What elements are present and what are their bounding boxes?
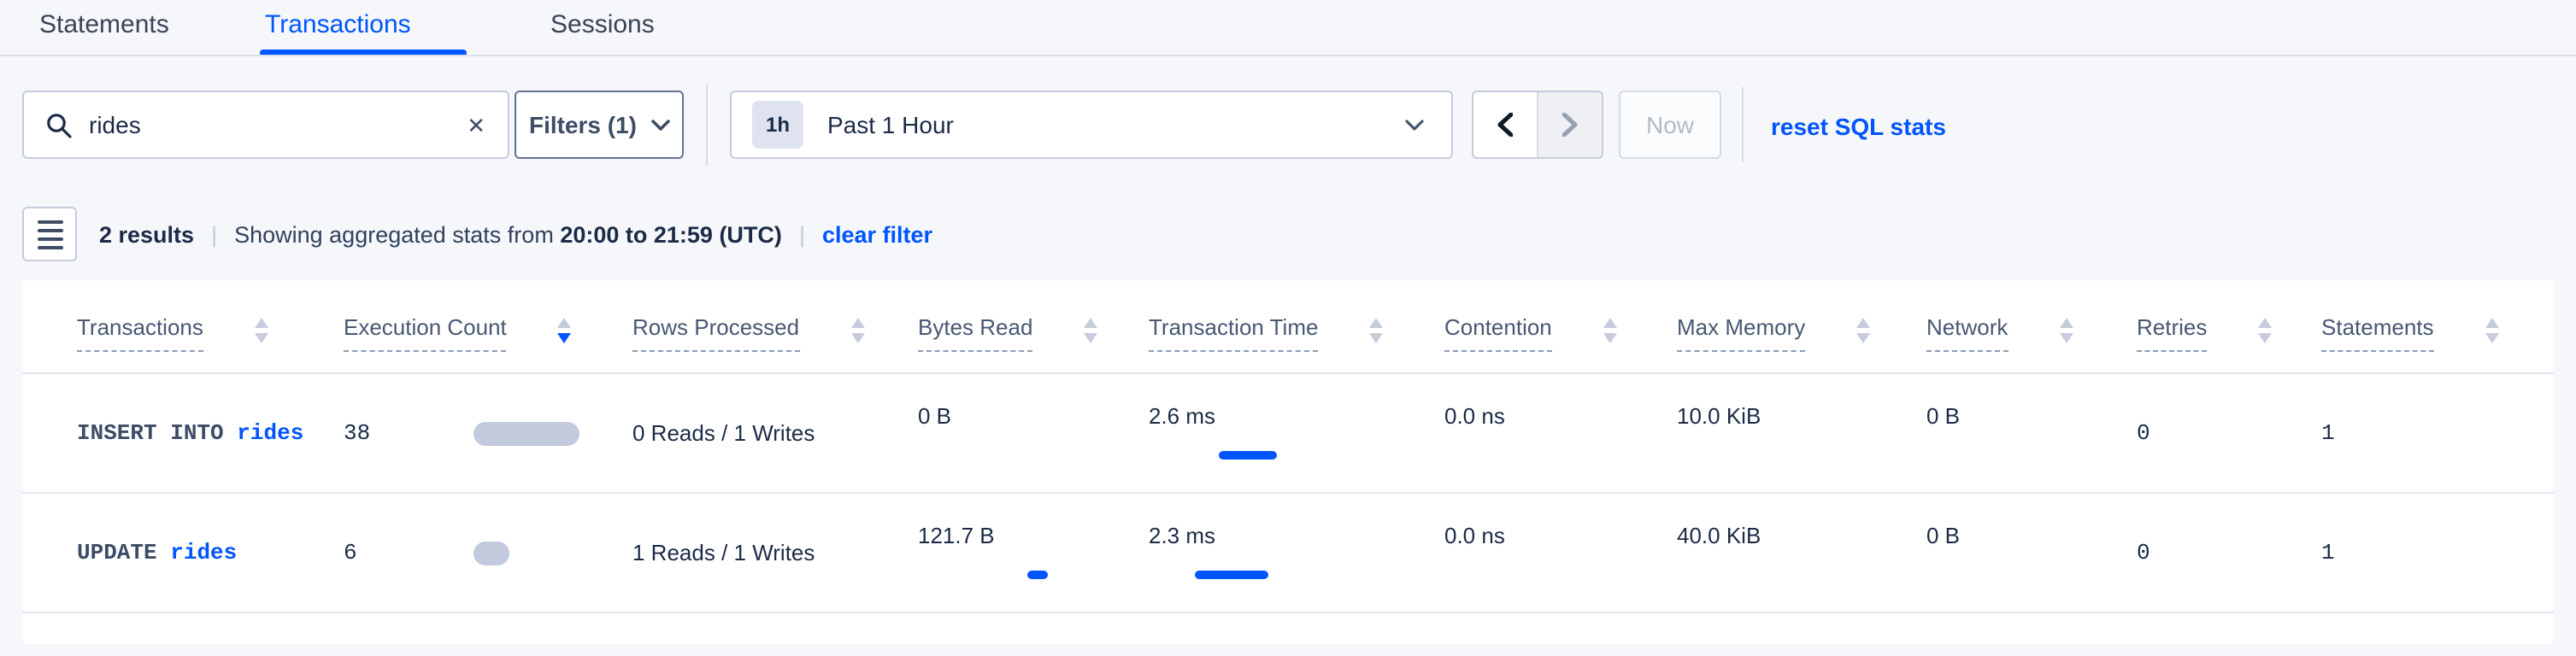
toolbar-divider (706, 84, 708, 166)
stddev-bar (1027, 571, 1048, 579)
time-range-badge: 1h (752, 101, 803, 149)
tab-transactions[interactable]: Transactions (265, 10, 411, 39)
search-box[interactable]: ✕ (22, 91, 509, 159)
max-memory-cell: 40.0 KiB (1677, 494, 1926, 612)
separator: | (211, 222, 217, 248)
rows-processed-cell: 0 Reads / 1 Writes (632, 374, 918, 492)
chevron-down-icon (1405, 119, 1424, 131)
time-range-picker[interactable]: 1h Past 1 Hour (730, 91, 1453, 159)
sort-arrows-icon (2258, 317, 2272, 343)
column-header-retries[interactable]: Retries (2137, 314, 2321, 372)
list-icon (37, 220, 62, 249)
now-button[interactable]: Now (1619, 91, 1721, 159)
search-input[interactable] (89, 111, 444, 138)
showing-stats-text: Showing aggregated stats from (234, 222, 554, 248)
column-header-transaction-time[interactable]: Transaction Time (1149, 314, 1444, 372)
execution-count-bar (473, 421, 579, 445)
transaction-time-value: 2.3 ms (1149, 521, 1420, 552)
column-header-execution-count[interactable]: Execution Count (344, 314, 632, 372)
column-header-max-memory[interactable]: Max Memory (1677, 314, 1926, 372)
statements-cell: 1 (2321, 494, 2554, 612)
column-header-statements[interactable]: Statements (2321, 314, 2554, 372)
rows-processed-cell: 1 Reads / 1 Writes (632, 494, 918, 612)
reset-sql-stats-link[interactable]: reset SQL stats (1771, 113, 1946, 140)
retries-cell: 0 (2137, 374, 2321, 492)
transaction-fingerprint-link[interactable]: rides (170, 540, 237, 565)
column-header-contention[interactable]: Contention (1444, 314, 1677, 372)
contention-cell: 0.0 ns (1444, 374, 1677, 492)
column-header-bytes-read[interactable]: Bytes Read (918, 314, 1149, 372)
stddev-bar (1219, 451, 1277, 460)
results-summary: 2 results|Showing aggregated stats from … (99, 222, 932, 248)
sort-arrows-icon (1369, 317, 1383, 343)
transaction-time-cell: 2.3 ms (1149, 494, 1444, 612)
transaction-cell: INSERT INTO rides (77, 374, 344, 492)
statements-cell: 1 (2321, 374, 2554, 492)
sql-keyword: INSERT INTO (77, 420, 224, 446)
results-count: 2 results (99, 222, 194, 248)
separator: | (799, 222, 805, 248)
chevron-left-icon (1497, 113, 1513, 137)
bytes-read-value: 121.7 B (918, 521, 1125, 552)
transaction-time-value: 2.6 ms (1149, 401, 1420, 432)
transactions-table: Transactions Execution Count Rows Proces… (22, 280, 2554, 644)
time-nav-arrows (1472, 91, 1603, 159)
max-memory-value: 10.0 KiB (1677, 401, 1903, 432)
tab-sessions[interactable]: Sessions (550, 10, 655, 39)
sort-arrows-icon (2059, 317, 2073, 343)
sort-arrows-icon (1603, 317, 1617, 343)
transaction-fingerprint-link[interactable]: rides (237, 420, 303, 446)
bytes-read-cell: 121.7 B (918, 494, 1149, 612)
sql-activity-page: Statements Transactions Sessions ✕ Filte… (0, 0, 2576, 656)
stddev-bar (1195, 571, 1268, 579)
execution-count-cell: 38 (344, 374, 632, 492)
tab-statements[interactable]: Statements (39, 10, 169, 39)
network-cell: 0 B (1926, 494, 2137, 612)
bytes-read-value: 0 B (918, 401, 1125, 432)
clear-filter-link[interactable]: clear filter (822, 222, 932, 248)
table-row: INSERT INTO rides 38 0 Reads / 1 Writes … (22, 374, 2554, 494)
clear-search-icon[interactable]: ✕ (467, 114, 485, 136)
table-row: UPDATE rides 6 1 Reads / 1 Writes 121.7 … (22, 494, 2554, 613)
next-time-button[interactable] (1537, 92, 1602, 157)
tab-bar-divider (0, 55, 2576, 56)
max-memory-value: 40.0 KiB (1677, 521, 1903, 552)
transaction-time-cell: 2.6 ms (1149, 374, 1444, 492)
max-memory-cell: 10.0 KiB (1677, 374, 1926, 492)
bytes-read-cell: 0 B (918, 374, 1149, 492)
execution-count-value: 38 (344, 420, 473, 446)
sql-keyword: UPDATE (77, 540, 157, 565)
chevron-down-icon (650, 119, 669, 131)
sort-arrows-icon (1856, 317, 1870, 343)
network-cell: 0 B (1926, 374, 2137, 492)
sort-arrows-icon (255, 317, 268, 343)
sort-arrows-icon (1084, 317, 1097, 343)
transaction-cell: UPDATE rides (77, 494, 344, 612)
column-header-rows-processed[interactable]: Rows Processed (632, 314, 918, 372)
sort-arrows-icon (558, 317, 572, 343)
column-selector-button[interactable] (22, 207, 77, 261)
column-header-network[interactable]: Network (1926, 314, 2137, 372)
time-range-label: Past 1 Hour (827, 111, 954, 138)
previous-time-button[interactable] (1473, 92, 1537, 157)
sort-arrows-icon (850, 317, 864, 343)
execution-count-value: 6 (344, 540, 473, 565)
filters-button-label: Filters (1) (529, 111, 637, 138)
time-span-text: 20:00 to 21:59 (UTC) (560, 222, 782, 248)
contention-cell: 0.0 ns (1444, 494, 1677, 612)
table-header-row: Transactions Execution Count Rows Proces… (22, 280, 2554, 374)
toolbar-divider (1742, 87, 1744, 162)
chevron-right-icon (1562, 113, 1578, 137)
search-icon (46, 112, 72, 138)
sort-arrows-icon (2485, 317, 2499, 343)
filters-button[interactable]: Filters (1) (515, 91, 684, 159)
retries-cell: 0 (2137, 494, 2321, 612)
execution-count-bar (473, 541, 509, 565)
column-header-transactions[interactable]: Transactions (77, 314, 344, 372)
execution-count-cell: 6 (344, 494, 632, 612)
